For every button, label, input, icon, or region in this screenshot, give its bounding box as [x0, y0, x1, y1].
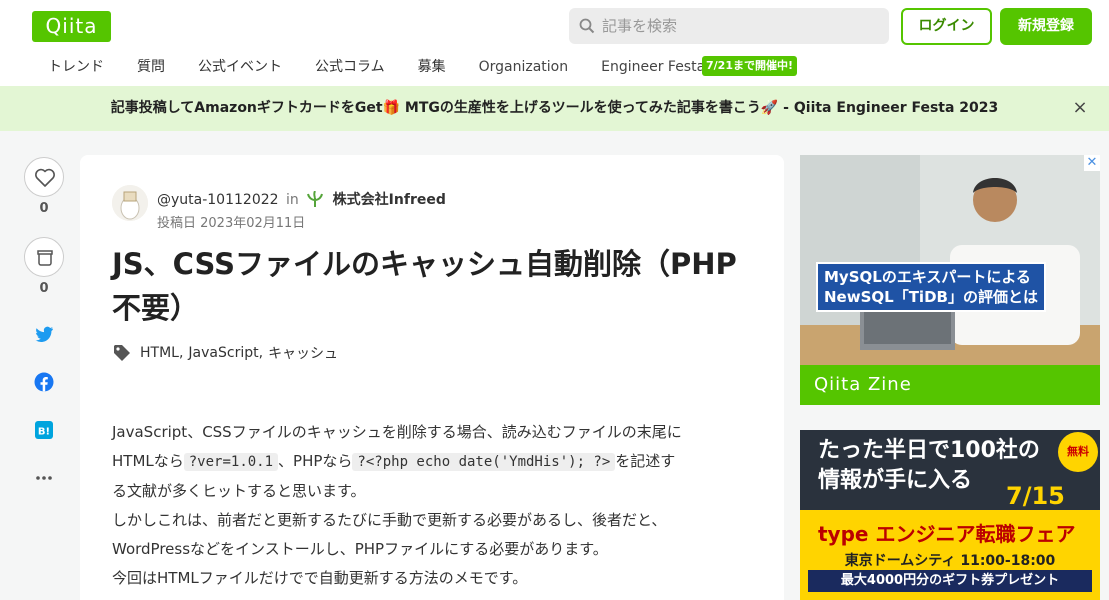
svg-text:B!: B!: [38, 427, 50, 438]
login-button[interactable]: ログイン: [901, 8, 992, 45]
article-body: JavaScript、CSSファイルのキャッシュを削除する場合、読み込むファイル…: [112, 418, 752, 593]
ad-venue: 東京ドームシティ 11:00-18:00: [844, 553, 1056, 569]
facebook-icon[interactable]: [34, 372, 54, 392]
hatena-bookmark-icon[interactable]: B!: [34, 420, 54, 440]
body-line: JavaScript、CSSファイルのキャッシュを削除する場合、読み込むファイル…: [112, 423, 682, 441]
signup-button[interactable]: 新規登録: [1000, 8, 1092, 45]
announcement-banner[interactable]: 記事投稿してAmazonギフトカードをGet🎁 MTGの生産性を上げるツールを使…: [0, 86, 1109, 131]
ad-banner-qiita-zine[interactable]: ✕ MySQLのエキスパートによる NewSQL「TiDB」の評価とは Qiit…: [800, 155, 1100, 405]
ad-close-icon[interactable]: ✕: [1084, 155, 1100, 171]
ad-footer: Qiita Zine: [800, 365, 1100, 405]
body-text: 、PHPなら: [278, 452, 353, 470]
body-line: 今回はHTMLファイルだけでで自動更新する方法のメモです。: [112, 569, 528, 587]
search-input[interactable]: 記事を検索: [569, 8, 889, 44]
festa-badge: 7/21まで開催中!: [702, 56, 797, 76]
inline-code: ?<?php echo date('YmdHis'); ?>: [352, 453, 616, 471]
search-icon: [579, 18, 595, 34]
organization-icon: [307, 191, 324, 207]
banner-text[interactable]: 記事投稿してAmazonギフトカードをGet🎁 MTGの生産性を上げるツールを使…: [0, 86, 1109, 131]
stock-icon: [37, 250, 53, 266]
ad-free-badge: 無料: [1058, 432, 1098, 472]
banner-close-button[interactable]: ×: [1070, 98, 1090, 118]
ad-top-area: たった半日で100社の 情報が手に入る 7/15 無料: [800, 430, 1100, 510]
ad-banner-type-fair[interactable]: たった半日で100社の 情報が手に入る 7/15 無料 type エンジニア転職…: [800, 430, 1100, 600]
avatar-image: [112, 185, 148, 221]
posted-date: 投稿日 2023年02月11日: [157, 216, 306, 231]
nav-trend[interactable]: トレンド: [48, 56, 104, 78]
heart-icon: [35, 168, 55, 187]
ad-brand: type エンジニア転職フェア: [818, 522, 1076, 546]
ad-date: 7/15: [1006, 482, 1065, 510]
nav-official-columns[interactable]: 公式コラム: [315, 56, 385, 78]
nav-organization[interactable]: Organization: [479, 56, 569, 78]
tag-separator: ,: [258, 345, 264, 361]
ad-yellow-area: type エンジニア転職フェア 東京ドームシティ 11:00-18:00 最大4…: [800, 510, 1100, 600]
tag-html[interactable]: HTML: [140, 345, 179, 361]
nav-official-events[interactable]: 公式イベント: [198, 56, 282, 78]
like-count: 0: [39, 201, 49, 216]
more-icon[interactable]: [34, 468, 54, 488]
tag-icon: [114, 345, 130, 361]
article-title: JS、CSSファイルのキャッシュ自動削除（PHP不要）: [112, 247, 737, 325]
tag-separator: ,: [178, 345, 184, 361]
body-line: WordPressなどをインストールし、PHPファイルにする必要があります。: [112, 540, 608, 558]
like-button[interactable]: [24, 157, 64, 197]
nav-engineer-festa[interactable]: Engineer Festa: [601, 56, 705, 78]
qiita-logo[interactable]: Qiita: [32, 11, 111, 42]
main-nav: トレンド 質問 公式イベント 公式コラム 募集 Organization Eng…: [48, 56, 738, 78]
site-header: Qiita 記事を検索 ログイン 新規登録 トレンド 質問 公式イベント 公式コ…: [0, 0, 1109, 86]
tag-cache[interactable]: キャッシュ: [268, 343, 338, 363]
body-text: を記述す: [615, 452, 676, 470]
body-line: HTMLなら ?ver=1.0.1 、PHPなら ?<?php echo date('…: [112, 447, 752, 477]
ad-headline-line: たった半日で100社の: [818, 438, 1040, 463]
search-placeholder: 記事を検索: [602, 17, 678, 35]
stock-button[interactable]: [24, 237, 64, 277]
twitter-icon[interactable]: [34, 324, 54, 344]
inline-code: ?ver=1.0.1: [183, 453, 279, 471]
organization-name[interactable]: 株式会社Infreed: [333, 192, 446, 208]
author-name[interactable]: @yuta-10112022: [157, 192, 279, 208]
body-text: HTMLなら: [112, 452, 184, 470]
nav-questions[interactable]: 質問: [137, 56, 165, 78]
tag-list: HTML, JavaScript, キャッシュ: [112, 342, 338, 364]
ad-caption: MySQLのエキスパートによる NewSQL「TiDB」の評価とは: [816, 262, 1046, 312]
author-line: @yuta-10112022 in 株式会社Infreed: [157, 189, 446, 209]
ad-photo: [800, 155, 1100, 365]
nav-recruitment[interactable]: 募集: [418, 56, 446, 78]
ad-caption-line: MySQLのエキスパートによる: [824, 268, 1031, 286]
body-line: しかしこれは、前者だと更新するたびに手動で更新する必要があるし、後者だと、: [112, 511, 667, 529]
ad-gift: 最大4000円分のギフト券プレゼント: [808, 570, 1092, 592]
stock-count: 0: [39, 281, 49, 296]
author-avatar[interactable]: [112, 185, 148, 221]
ad-caption-line: NewSQL「TiDB」の評価とは: [824, 288, 1038, 306]
tag-javascript[interactable]: JavaScript: [188, 345, 258, 361]
author-in-label: in: [286, 192, 299, 208]
body-line: る文献が多くヒットすると思います。: [112, 482, 366, 500]
